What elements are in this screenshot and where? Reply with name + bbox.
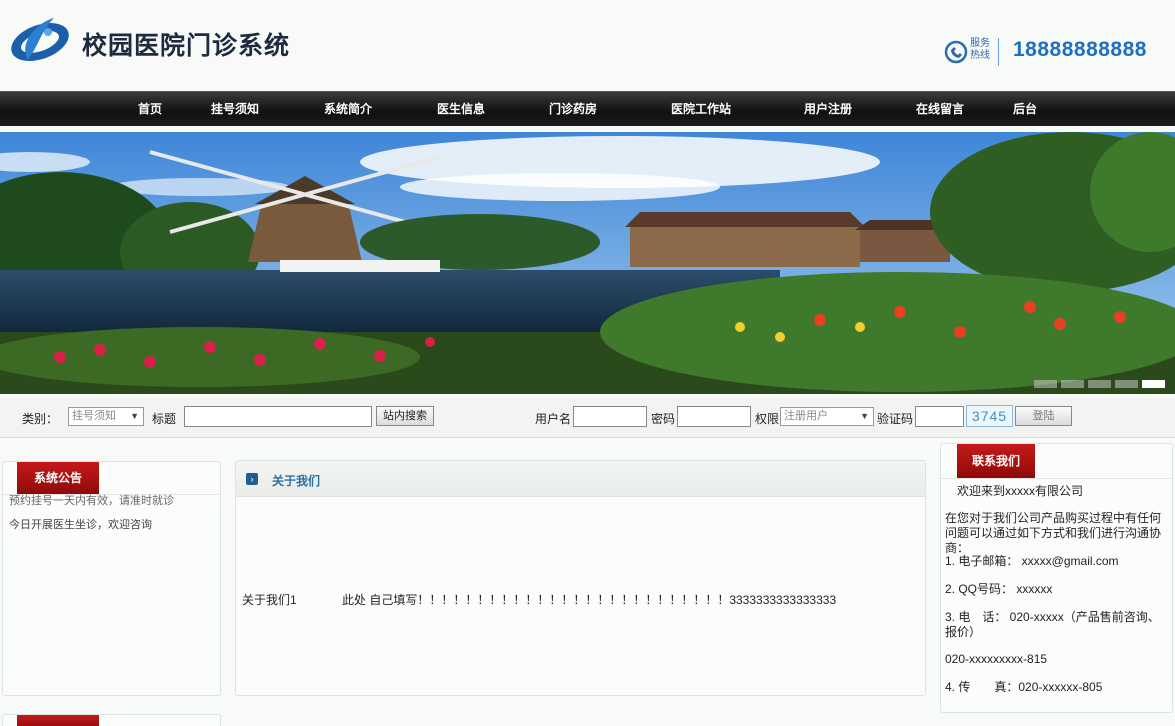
contact-qq: 2. QQ号码： xxxxxx — [945, 582, 1053, 596]
main-nav: 首页 挂号须知 系统简介 医生信息 门诊药房 医院工作站 用户注册 在线留言 后… — [0, 91, 1175, 126]
login-button[interactable]: 登陆 — [1015, 406, 1072, 426]
title-label: 标题 — [152, 412, 177, 426]
about-row-text: 此处 自己填写！！！！！！！！！！！！！！！！！！！！！！！！！！3333333… — [342, 593, 837, 607]
hotline-label: 服务热线 — [970, 38, 990, 61]
role-select[interactable]: 注册用户 ▼ — [780, 407, 874, 426]
nav-item-admin[interactable]: 后台 — [1013, 92, 1037, 127]
notice-item[interactable]: 预约挂号一天内有效，请准时就诊 — [9, 492, 174, 508]
site-title: 校园医院门诊系统 — [82, 31, 291, 60]
site-search-button[interactable]: 站内搜索 — [376, 406, 434, 426]
contact-intro: 在您对于我们公司产品购买过程中有任何问题可以通过如下方式和我们进行沟通协商： — [945, 511, 1162, 555]
phone-service-icon — [944, 40, 968, 64]
nav-item-pharmacy[interactable]: 门诊药房 — [549, 92, 597, 127]
chevron-down-icon: ▼ — [860, 411, 869, 421]
role-label: 权限 — [755, 412, 780, 426]
captcha-image[interactable]: 3745 — [966, 405, 1013, 427]
password-label: 密码 — [651, 412, 676, 426]
notice-tab[interactable]: 系统公告 — [17, 462, 99, 494]
second-left-panel — [2, 714, 221, 726]
nav-item-workstation[interactable]: 医院工作站 — [671, 92, 731, 127]
about-header: › 关于我们 — [236, 461, 925, 497]
category-select[interactable]: 挂号须知 ▼ — [68, 407, 144, 426]
captcha-input[interactable] — [915, 406, 964, 427]
banner-slideshow[interactable] — [0, 132, 1175, 394]
about-row-name[interactable]: 关于我们1 — [242, 591, 297, 608]
category-select-value: 挂号须知 — [72, 410, 116, 422]
hotline-number: 18888888888 — [1013, 38, 1147, 61]
hotline-divider — [998, 38, 999, 66]
nav-item-system-intro[interactable]: 系统简介 — [324, 92, 372, 127]
nav-item-registration-notice[interactable]: 挂号须知 — [211, 92, 259, 127]
title-search-input[interactable] — [184, 406, 372, 427]
banner-image — [0, 132, 1175, 394]
about-panel: › 关于我们 关于我们1 此处 自己填写！！！！！！！！！！！！！！！！！！！！… — [235, 460, 926, 696]
category-label: 类别： — [22, 412, 59, 426]
contact-panel: 联系我们 欢迎来到xxxxx有限公司 在您对于我们公司产品购买过程中有任何问题可… — [940, 443, 1173, 713]
nav-item-register[interactable]: 用户注册 — [804, 92, 852, 127]
username-label: 用户名 — [535, 412, 572, 426]
nav-item-doctor-info[interactable]: 医生信息 — [437, 92, 485, 127]
password-input[interactable] — [677, 406, 751, 427]
slide-indicators — [1034, 380, 1165, 388]
slide-dot[interactable] — [1061, 380, 1084, 388]
notice-panel: 系统公告 预约挂号一天内有效，请准时就诊 今日开展医生坐诊，欢迎咨询 — [2, 461, 221, 696]
contact-fax: 4. 传 真：020-xxxxxx-805 — [945, 680, 1103, 694]
role-select-value: 注册用户 — [784, 410, 828, 422]
slide-dot[interactable] — [1115, 380, 1138, 388]
contact-email: 1. 电子邮箱： xxxxx@gmail.com — [945, 554, 1119, 568]
notice-item[interactable]: 今日开展医生坐诊，欢迎咨询 — [9, 516, 152, 532]
slide-dot-active[interactable] — [1142, 380, 1165, 388]
hospital-logo-icon — [11, 18, 69, 61]
slide-dot[interactable] — [1088, 380, 1111, 388]
slide-dot[interactable] — [1034, 380, 1057, 388]
chevron-down-icon: ▼ — [130, 411, 139, 421]
username-input[interactable] — [573, 406, 647, 427]
nav-item-home[interactable]: 首页 — [138, 92, 162, 127]
second-panel-tab[interactable] — [17, 715, 99, 726]
contact-phone: 3. 电 话： 020-xxxxx（产品售前咨询、报价） — [945, 610, 1160, 639]
contact-tab[interactable]: 联系我们 — [957, 444, 1035, 478]
contact-welcome: 欢迎来到xxxxx有限公司 — [957, 484, 1084, 498]
about-title[interactable]: 关于我们 — [272, 472, 320, 489]
nav-item-messages[interactable]: 在线留言 — [916, 92, 964, 127]
arrow-right-icon: › — [246, 473, 258, 485]
panel-divider — [941, 478, 1172, 479]
header: 校园医院门诊系统 服务热线 18888888888 — [0, 0, 1175, 90]
contact-phone-ext: 020-xxxxxxxxx-815 — [945, 652, 1048, 666]
captcha-label: 验证码 — [877, 412, 914, 426]
